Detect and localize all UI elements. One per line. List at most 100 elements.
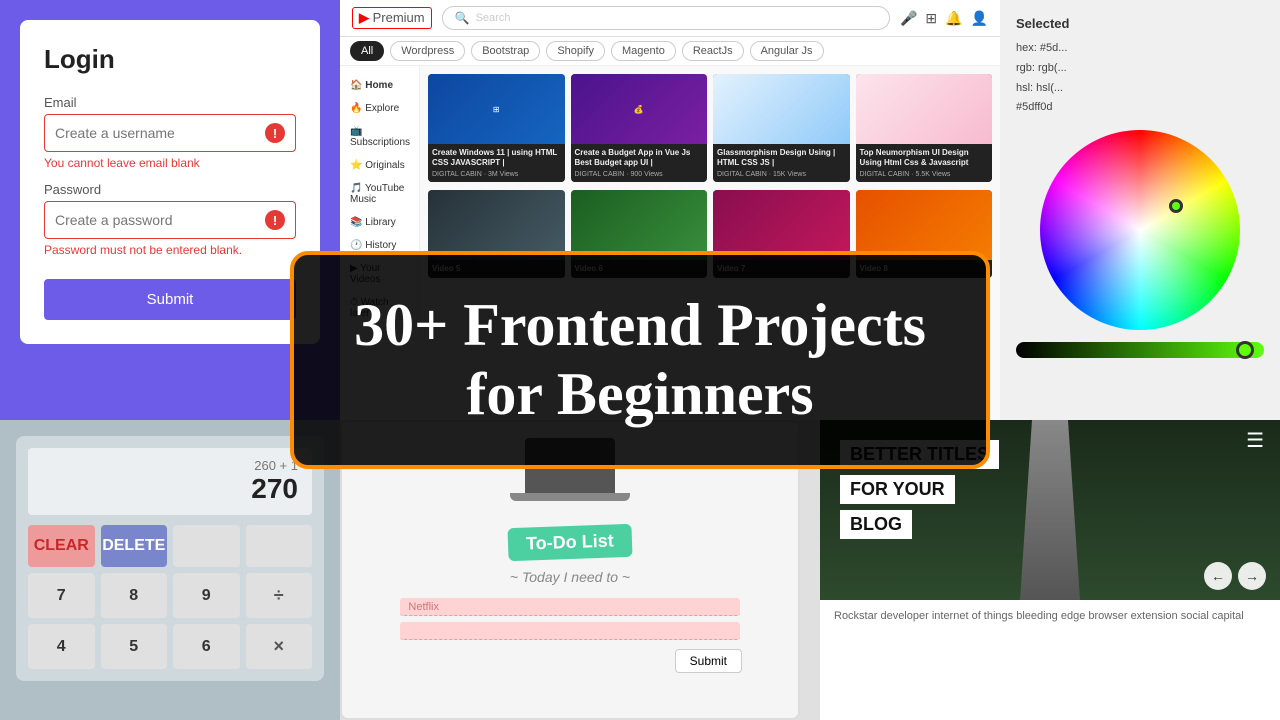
yt-tab-angularjs[interactable]: Angular Js [750, 41, 824, 61]
calc-btn-8[interactable]: 8 [101, 573, 168, 618]
blog-next-arrow[interactable]: → [1238, 562, 1266, 590]
mic-icon: 🎤 [900, 10, 917, 27]
calc-btn-6[interactable]: 6 [173, 624, 240, 669]
blog-title-line3: BLOG [840, 510, 912, 539]
yt-sidebar-originals[interactable]: ⭐ Originals [340, 154, 419, 177]
yt-thumb-2[interactable]: 💰 Create a Budget App in Vue Js Best Bud… [571, 74, 708, 182]
blog-body-text: Rockstar developer internet of things bl… [834, 608, 1266, 625]
color-values: hex: #5d... rgb: rgb(... hsl: hsl(... #5… [1016, 39, 1264, 118]
yt-thumb-title-2: Create a Budget App in Vue Js Best Budge… [575, 148, 704, 169]
color-wheel-wrap[interactable] [1016, 130, 1264, 330]
yt-thumb-meta-1: Create Windows 11 | using HTML CSS JAVAS… [428, 144, 565, 182]
yt-sidebar-library[interactable]: 📚 Library [340, 211, 419, 234]
email-error-text: You cannot leave email blank [44, 156, 296, 170]
todo-title-tag: To-Do List [508, 524, 633, 561]
yt-thumb-title-1: Create Windows 11 | using HTML CSS JAVAS… [432, 148, 561, 169]
yt-thumb-1[interactable]: ⊞ Create Windows 11 | using HTML CSS JAV… [428, 74, 565, 182]
yt-thumb-3[interactable]: Glassmorphism Design Using | HTML CSS JS… [713, 74, 850, 182]
yt-thumb-sub-4: DIGITAL CABIN · 5.5K Views [860, 171, 989, 178]
yt-sidebar-music[interactable]: 🎵 YouTube Music [340, 177, 419, 211]
yt-tab-shopify[interactable]: Shopify [546, 41, 605, 61]
yt-sidebar-home[interactable]: 🏠 Home [340, 74, 419, 97]
blog-arrows: ← → [1204, 562, 1266, 590]
yt-thumb-title-3: Glassmorphism Design Using | HTML CSS JS… [717, 148, 846, 169]
yt-thumb-sub-1: DIGITAL CABIN · 3M Views [432, 171, 561, 178]
calc-result: 270 [42, 473, 298, 505]
todo-submit-btn[interactable]: Submit [675, 649, 742, 673]
calc-btn-4[interactable]: 4 [28, 624, 95, 669]
yt-thumb-sub-3: DIGITAL CABIN · 15K Views [717, 171, 846, 178]
calc-btn-mul[interactable]: × [246, 624, 313, 669]
calc-btn-empty2[interactable] [246, 525, 313, 567]
todo-item-2 [400, 622, 739, 640]
yt-search-bar[interactable]: 🔍 Search [442, 6, 890, 30]
blog-road [1020, 420, 1080, 600]
email-error-icon: ! [265, 123, 285, 143]
calculator-card: 260 + 1 270 CLEAR DELETE 7 8 9 ÷ 4 5 6 × [16, 436, 324, 681]
yt-thumb-img-4 [856, 74, 993, 144]
email-input-wrap[interactable]: ! [44, 114, 296, 152]
yt-thumb-img-3 [713, 74, 850, 144]
email-field-group: Email ! You cannot leave email blank [44, 95, 296, 170]
calc-btn-empty1[interactable] [173, 525, 240, 567]
blog-title-line2: FOR YOUR [840, 475, 955, 504]
yt-tab-reactjs[interactable]: ReactJs [682, 41, 744, 61]
yt-tab-wordpress[interactable]: Wordpress [390, 41, 465, 61]
overlay-title: 30+ Frontend Projects for Beginners [342, 291, 938, 429]
calc-delete-btn[interactable]: DELETE [101, 525, 168, 567]
avatar-icon: 👤 [971, 10, 988, 27]
calc-expression: 260 + 1 [42, 458, 298, 473]
yt-logo: ▶ Premium [352, 7, 432, 29]
login-panel: Login Email ! You cannot leave email bla… [0, 0, 340, 420]
blog-prev-arrow[interactable]: ← [1204, 562, 1232, 590]
hamburger-icon[interactable]: ☰ [1246, 430, 1264, 452]
blog-nav: ☰ [1246, 428, 1264, 453]
password-label: Password [44, 182, 296, 197]
yt-tab-bootstrap[interactable]: Bootstrap [471, 41, 540, 61]
login-card: Login Email ! You cannot leave email bla… [20, 20, 320, 344]
color-name-value: #5dff0d [1016, 98, 1264, 118]
password-error-icon: ! [265, 210, 285, 230]
grid-icon: ⊞ [925, 10, 937, 27]
yt-thumb-img-2: 💰 [571, 74, 708, 144]
todo-subtitle: ~ Today I need to ~ [510, 569, 630, 585]
calc-btn-5[interactable]: 5 [101, 624, 168, 669]
yt-thumb-meta-4: Top Neumorphism UI Design Using Html Css… [856, 144, 993, 182]
yt-header: ▶ Premium 🔍 Search 🎤 ⊞ 🔔 👤 [340, 0, 1000, 37]
yt-search-placeholder: Search [476, 12, 511, 24]
color-wheel[interactable] [1040, 130, 1240, 330]
color-picker-panel: Selected hex: #5d... rgb: rgb(... hsl: h… [1000, 0, 1280, 420]
yt-tab-magento[interactable]: Magento [611, 41, 676, 61]
yt-thumb-title-4: Top Neumorphism UI Design Using Html Css… [860, 148, 989, 169]
password-error-text: Password must not be entered blank. [44, 243, 296, 257]
calc-btn-div[interactable]: ÷ [246, 573, 313, 618]
yt-thumb-img-6 [571, 190, 708, 260]
yt-thumb-meta-3: Glassmorphism Design Using | HTML CSS JS… [713, 144, 850, 182]
password-input-wrap[interactable]: ! [44, 201, 296, 239]
email-input[interactable] [55, 125, 265, 141]
blog-content: Rockstar developer internet of things bl… [820, 600, 1280, 720]
calc-btn-7[interactable]: 7 [28, 573, 95, 618]
yt-sidebar-subs[interactable]: 📺 Subscriptions [340, 120, 419, 154]
yt-thumb-img-8 [856, 190, 993, 260]
yt-thumb-img-1: ⊞ [428, 74, 565, 144]
calc-clear-btn[interactable]: CLEAR [28, 525, 95, 567]
yt-thumb-img-7 [713, 190, 850, 260]
hsl-value: hsl: hsl(... [1016, 79, 1264, 99]
yt-sidebar-explore[interactable]: 🔥 Explore [340, 97, 419, 120]
brightness-bar[interactable] [1016, 342, 1264, 358]
rgb-value: rgb: rgb(... [1016, 59, 1264, 79]
yt-tab-all[interactable]: All [350, 41, 384, 61]
todo-item-1-text: Netflix [408, 601, 439, 613]
calc-display: 260 + 1 270 [28, 448, 312, 515]
color-wheel-dot [1169, 199, 1183, 213]
hex-value: hex: #5d... [1016, 39, 1264, 59]
yt-thumb-4[interactable]: Top Neumorphism UI Design Using Html Css… [856, 74, 993, 182]
calc-btn-9[interactable]: 9 [173, 573, 240, 618]
password-input[interactable] [55, 212, 265, 228]
brightness-dot [1236, 341, 1254, 359]
yt-header-icons: 🎤 ⊞ 🔔 👤 [900, 10, 988, 27]
search-icon: 🔍 [455, 11, 470, 25]
yt-thumb-sub-2: DIGITAL CABIN · 900 Views [575, 171, 704, 178]
submit-button[interactable]: Submit [44, 279, 296, 320]
